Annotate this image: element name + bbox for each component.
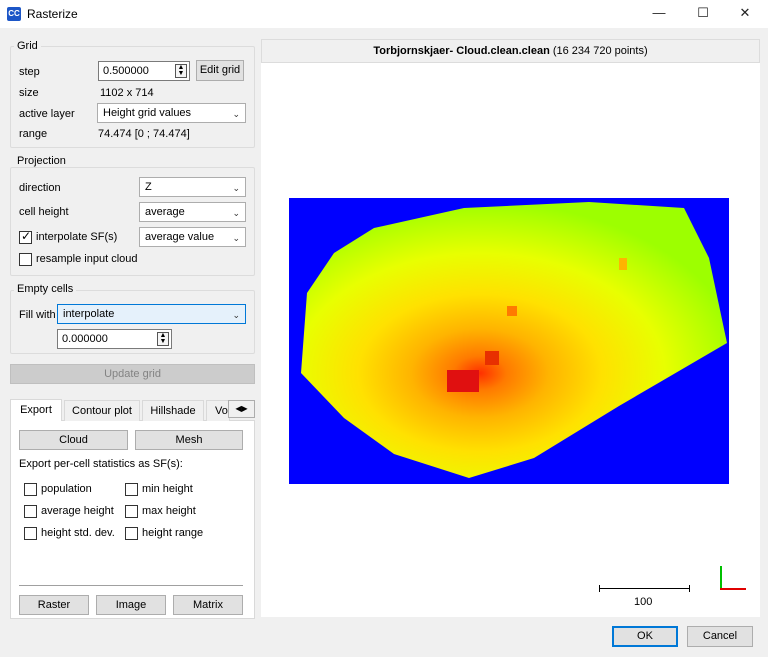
cancel-button[interactable]: Cancel [687, 626, 753, 647]
step-spinbox[interactable]: 0.500000 ▲ ▼ [98, 61, 190, 81]
height-range-label: height range [142, 527, 204, 539]
maximize-button[interactable]: ☐ [680, 0, 726, 28]
grid-group-title: Grid [14, 40, 41, 52]
app-icon: CC [7, 7, 21, 21]
export-stats-label: Export per-cell statistics as SF(s): [19, 458, 183, 470]
max-height-label: max height [142, 505, 196, 517]
close-button[interactable]: ✕ [722, 0, 768, 28]
height-std-dev-checkbox[interactable] [24, 527, 37, 540]
point-count: (16 234 720 points) [549, 45, 648, 57]
y-axis-icon [720, 566, 722, 590]
edit-grid-button[interactable]: Edit grid [196, 60, 244, 81]
interpolate-checkbox[interactable] [19, 229, 32, 244]
scale-label: 100 [634, 596, 653, 608]
fill-with-select[interactable]: interpolate ⌄ [57, 304, 246, 324]
scale-bar-tick [689, 585, 690, 592]
step-value: 0.500000 [103, 65, 149, 77]
population-label: population [41, 483, 92, 495]
projection-group-title: Projection [14, 155, 69, 167]
viewer-header: Torbjornskjaer- Cloud.clean.clean (16 23… [261, 39, 760, 63]
height-range-checkbox[interactable] [125, 527, 138, 540]
active-layer-label: active layer [19, 108, 75, 120]
export-mesh-button[interactable]: Mesh [135, 430, 243, 450]
chevron-down-icon: ⌄ [232, 208, 240, 218]
scale-bar [599, 588, 690, 589]
direction-value: Z [145, 181, 152, 193]
chevron-down-icon: ⌄ [232, 233, 240, 243]
population-checkbox[interactable] [24, 483, 37, 496]
step-label: step [19, 66, 40, 78]
export-divider [19, 585, 243, 586]
active-layer-select[interactable]: Height grid values ⌄ [97, 103, 246, 123]
chevron-down-icon: ⌄ [232, 310, 240, 320]
interpolate-label: interpolate SF(s) [36, 231, 118, 243]
chevron-down-icon: ⌄ [232, 109, 240, 119]
minimize-button[interactable]: — [636, 0, 682, 28]
interpolate-select[interactable]: average value ⌄ [139, 227, 246, 247]
chevron-down-icon: ⌄ [232, 183, 240, 193]
interpolate-value: average value [145, 231, 215, 243]
tab-scroll-arrows[interactable]: ◀▶ [228, 400, 255, 418]
range-label: range [19, 128, 48, 140]
fill-value: 0.000000 [62, 333, 108, 345]
tab-hillshade[interactable]: Hillshade [142, 400, 204, 421]
cloud-name: Torbjornskjaer- Cloud.clean.clean [373, 45, 550, 57]
peak-feature [485, 351, 499, 365]
peak-feature [619, 258, 627, 270]
size-label: size [19, 87, 39, 99]
export-matrix-button[interactable]: Matrix [173, 595, 243, 615]
max-height-checkbox[interactable] [125, 505, 138, 518]
export-cloud-button[interactable]: Cloud [19, 430, 128, 450]
tab-scroll-right-icon[interactable]: ▶ [242, 404, 248, 413]
tab-volume[interactable]: Vo [206, 400, 230, 421]
active-layer-value: Height grid values [103, 107, 192, 119]
direction-label: direction [19, 182, 61, 194]
window-title: Rasterize [27, 7, 78, 21]
update-grid-button[interactable]: Update grid [10, 364, 255, 384]
min-height-label: min height [142, 483, 193, 495]
spin-arrows-icon[interactable]: ▲ ▼ [157, 332, 169, 346]
cell-height-label: cell height [19, 206, 69, 218]
ok-button[interactable]: OK [612, 626, 678, 647]
spin-arrows-icon[interactable]: ▲ ▼ [175, 64, 187, 78]
direction-select[interactable]: Z ⌄ [139, 177, 246, 197]
average-height-checkbox[interactable] [24, 505, 37, 518]
empty-cells-group-title: Empty cells [14, 283, 77, 295]
peak-feature [447, 370, 479, 392]
range-value: 74.474 [0 ; 74.474] [98, 128, 190, 140]
peak-feature [507, 306, 517, 316]
tab-contour-plot[interactable]: Contour plot [64, 400, 140, 421]
tab-export[interactable]: Export [10, 399, 62, 421]
min-height-checkbox[interactable] [125, 483, 138, 496]
fill-with-label: Fill with [19, 309, 56, 321]
scale-bar-tick [599, 585, 600, 592]
resample-checkbox[interactable] [19, 253, 32, 266]
average-height-label: average height [41, 505, 114, 517]
resample-label: resample input cloud [36, 253, 138, 265]
cell-height-select[interactable]: average ⌄ [139, 202, 246, 222]
fill-value-spinbox[interactable]: 0.000000 ▲ ▼ [57, 329, 172, 349]
fill-with-value: interpolate [63, 308, 115, 320]
export-raster-button[interactable]: Raster [19, 595, 89, 615]
size-value: 1102 x 714 [100, 87, 154, 99]
cell-height-value: average [145, 206, 185, 218]
x-axis-icon [720, 588, 746, 590]
export-image-button[interactable]: Image [96, 595, 166, 615]
raster-image[interactable] [289, 198, 729, 484]
height-std-dev-label: height std. dev. [41, 527, 115, 539]
